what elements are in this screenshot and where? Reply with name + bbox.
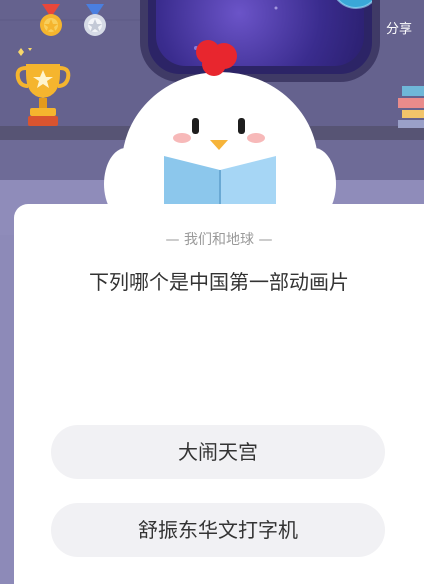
background-scene: 分享 [0, 0, 424, 235]
trophy-icon [15, 48, 71, 126]
gold-medal-icon [40, 4, 62, 36]
quiz-category: — 我们和地球 — [165, 232, 273, 248]
silver-medal-icon [84, 4, 106, 36]
quiz-question: 下列哪个是中国第一部动画片 [89, 270, 349, 294]
books-icon [398, 86, 424, 128]
share-button[interactable]: 分享 [386, 18, 412, 37]
answer-option-1[interactable]: 大闹天宫 [51, 425, 385, 479]
answer-option-2[interactable]: 舒振东华文打字机 [51, 503, 385, 557]
